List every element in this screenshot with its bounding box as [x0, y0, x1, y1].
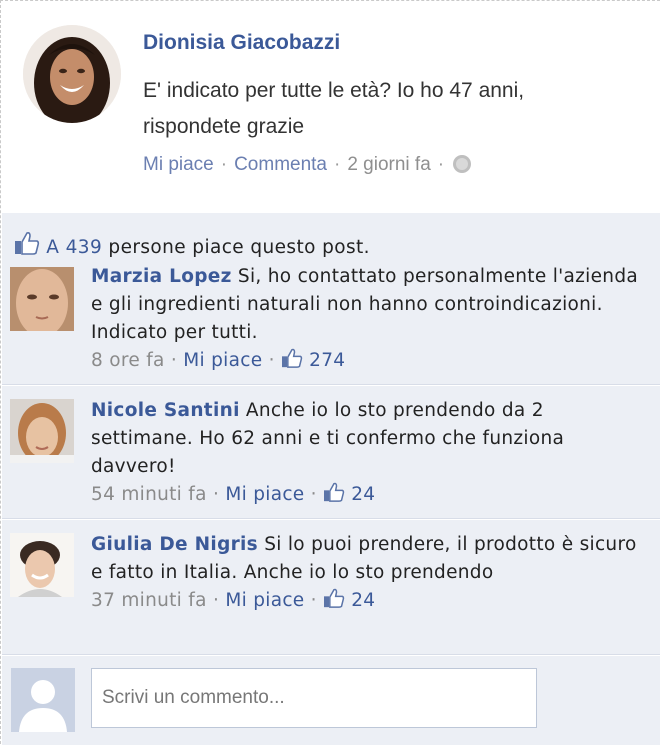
comment-like-link[interactable]: Mi piace: [183, 350, 262, 371]
comment-time[interactable]: 37 minuti fa: [91, 590, 207, 611]
post-text-line: rispondete grazie: [143, 115, 305, 138]
separator: ·: [310, 484, 317, 505]
commenter-name[interactable]: Marzia Lopez: [91, 266, 232, 287]
post-actions: Mi piace · Commenta · 2 giorni fa ·: [143, 154, 472, 176]
divider: [2, 654, 660, 656]
comment-meta: 37 minuti fa · Mi piace · 24: [91, 587, 641, 617]
post-time[interactable]: 2 giorni fa: [347, 154, 430, 175]
comment-like-link[interactable]: Mi piace: [225, 484, 304, 505]
comments-section: A 439 persone piace questo post. Marzia …: [2, 213, 660, 745]
separator: ·: [268, 350, 275, 371]
separator: ·: [310, 590, 317, 611]
divider: [2, 518, 660, 520]
likes-count[interactable]: 439: [66, 237, 103, 258]
author-name[interactable]: Dionisia Giacobazzi: [143, 31, 340, 55]
separator: ·: [170, 350, 178, 371]
globe-icon: [453, 155, 472, 173]
avatar[interactable]: [10, 399, 74, 463]
comment-input[interactable]: Scrivi un commento...: [91, 668, 537, 728]
comment-link[interactable]: Commenta: [234, 154, 327, 175]
thumbs-up-icon[interactable]: [323, 482, 345, 511]
comment-time[interactable]: 54 minuti fa: [91, 484, 207, 505]
comment-like-count[interactable]: 24: [351, 590, 375, 611]
comment-like-count[interactable]: 24: [351, 484, 375, 505]
thumbs-up-icon: [14, 231, 40, 260]
facebook-comments-widget: Dionisia Giacobazzi E' indicato per tutt…: [0, 0, 661, 745]
comment-like-link[interactable]: Mi piace: [225, 590, 304, 611]
avatar[interactable]: [10, 533, 74, 597]
comment-time[interactable]: 8 ore fa: [91, 350, 165, 371]
separator: ·: [212, 590, 220, 611]
comment-like-count[interactable]: 274: [309, 350, 345, 371]
comment-meta: 8 ore fa · Mi piace · 274: [91, 347, 641, 377]
separator: ·: [212, 484, 220, 505]
comment-body: Nicole Santini Anche io lo sto prendendo…: [91, 397, 641, 511]
post-text: E' indicato per tutte le età? Io ho 47 a…: [143, 73, 623, 145]
separator: ·: [334, 154, 341, 175]
commenter-name[interactable]: Giulia De Nigris: [91, 534, 258, 555]
avatar[interactable]: [10, 267, 74, 331]
likes-prefix[interactable]: A: [46, 237, 59, 258]
divider: [2, 384, 660, 386]
commenter-name[interactable]: Nicole Santini: [91, 400, 240, 421]
separator: ·: [437, 154, 445, 175]
thumbs-up-icon[interactable]: [323, 588, 345, 617]
thumbs-up-icon[interactable]: [281, 348, 303, 377]
default-avatar-icon: [11, 668, 75, 732]
post: Dionisia Giacobazzi E' indicato per tutt…: [1, 1, 661, 213]
post-text-line: E' indicato per tutte le età? Io ho 47 a…: [143, 79, 525, 102]
comment-body: Giulia De Nigris Si lo puoi prendere, il…: [91, 531, 641, 617]
like-link[interactable]: Mi piace: [143, 154, 214, 175]
likes-suffix: persone piace questo post.: [108, 237, 370, 258]
comment-meta: 54 minuti fa · Mi piace · 24: [91, 481, 641, 511]
likes-summary: A 439 persone piace questo post.: [14, 231, 370, 260]
separator: ·: [220, 154, 228, 175]
author-avatar[interactable]: [23, 25, 121, 123]
comment-body: Marzia Lopez Si, ho contattato personalm…: [91, 263, 641, 377]
